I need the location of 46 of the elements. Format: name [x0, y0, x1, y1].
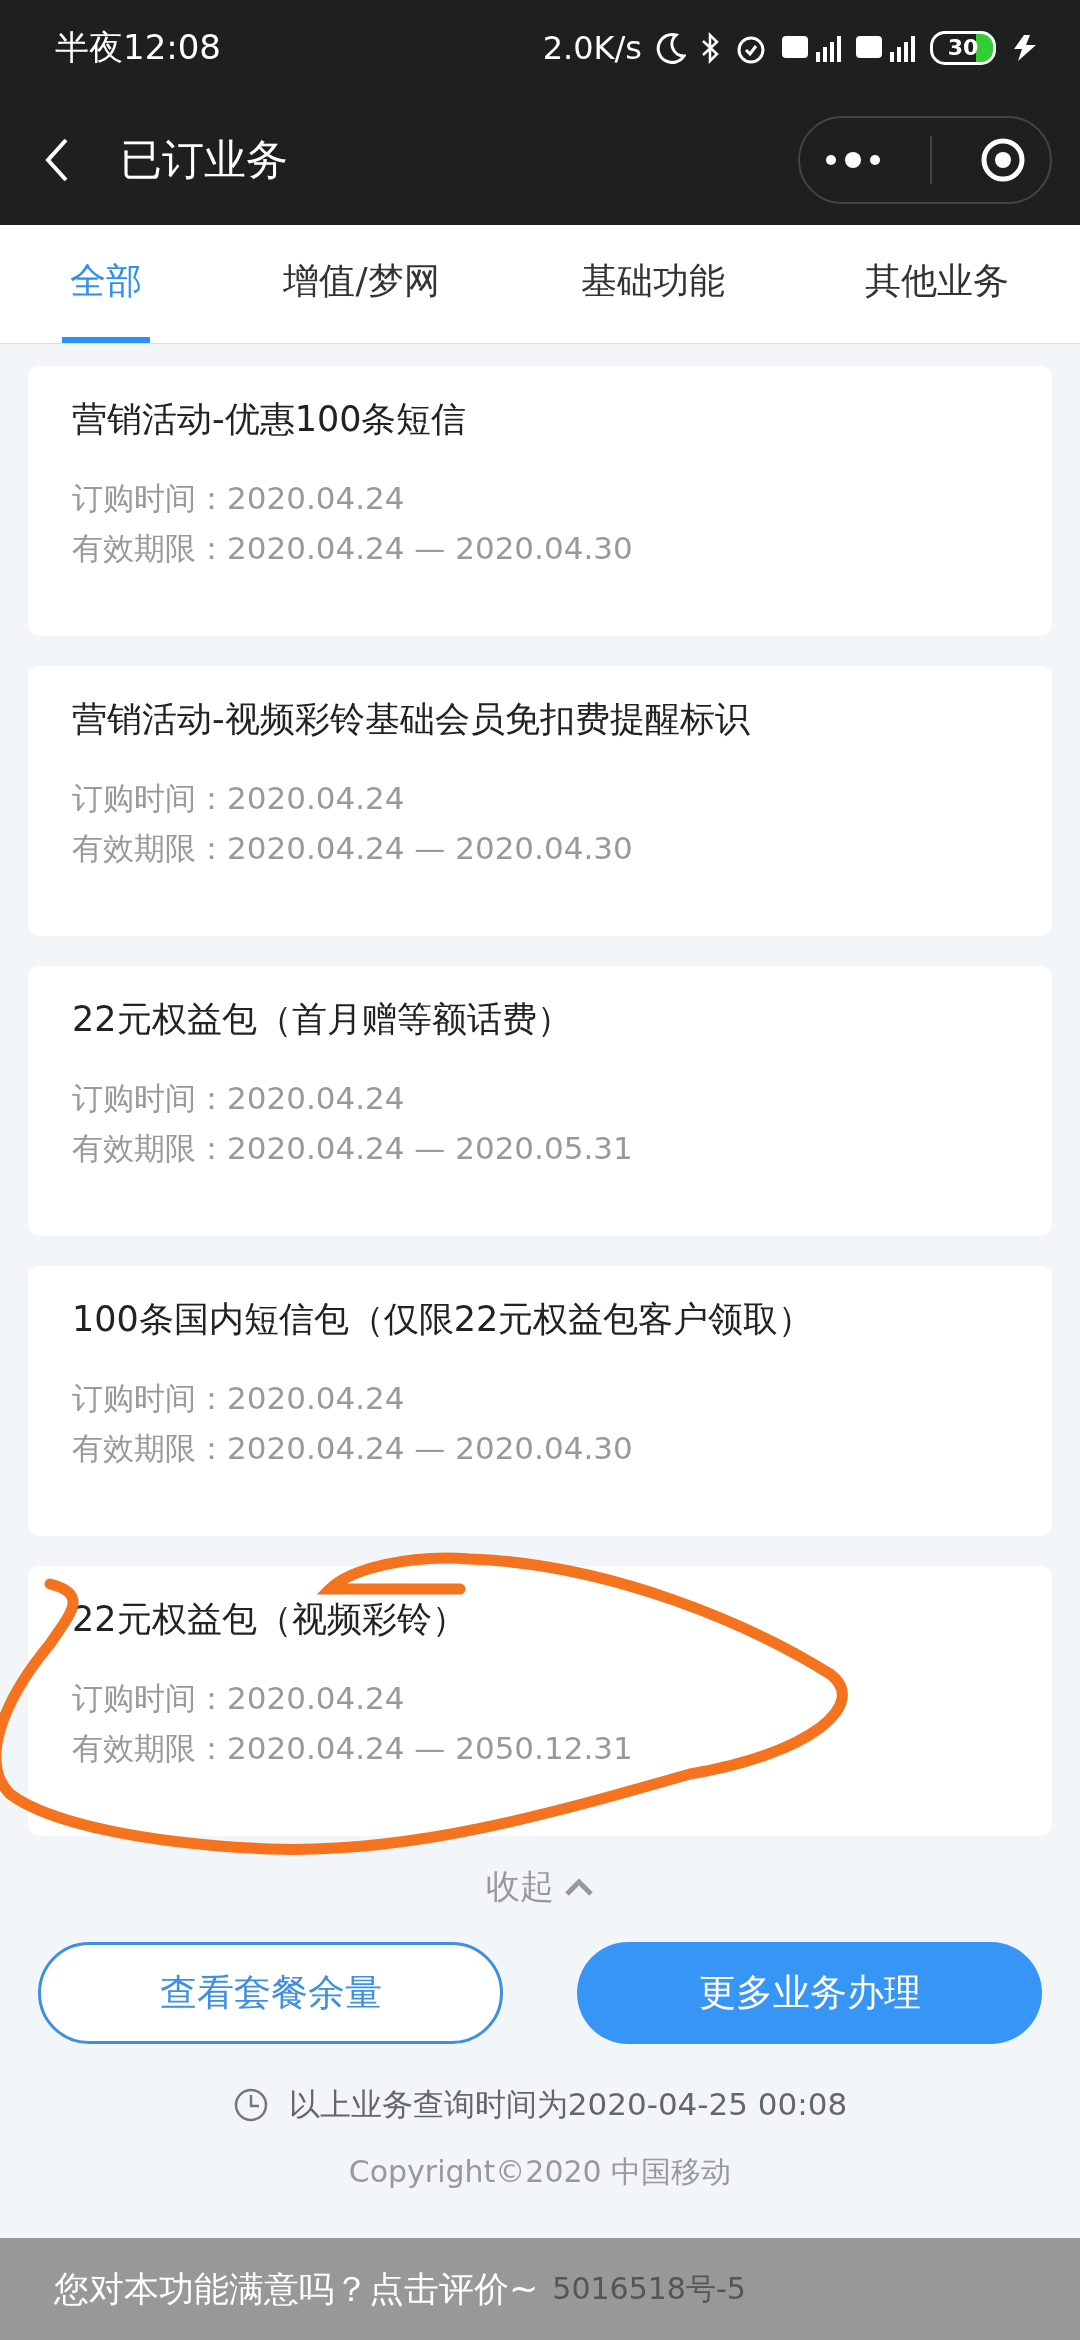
clock-icon [232, 2087, 269, 2123]
valid-period-label: 有效期限： [72, 1730, 227, 1766]
order-time-label: 订购时间： [72, 480, 227, 516]
more-services-button[interactable]: 更多业务办理 [577, 1942, 1042, 2044]
order-time: 2020.04.24 [227, 780, 405, 816]
order-time: 2020.04.24 [227, 480, 405, 516]
order-time: 2020.04.24 [227, 1380, 405, 1416]
tab[interactable]: 其他业务 [857, 225, 1018, 343]
collapse-link[interactable]: 收起 [0, 1852, 1080, 1922]
page-title: 已订业务 [120, 134, 289, 186]
valid-period-label: 有效期限： [72, 1130, 227, 1166]
order-time-label: 订购时间： [72, 780, 227, 816]
valid-period: 2020.04.24 — 2050.12.31 [227, 1730, 633, 1766]
valid-period: 2020.04.24 — 2020.04.30 [227, 1430, 633, 1466]
order-time: 2020.04.24 [227, 1680, 405, 1716]
tab[interactable]: 全部 [62, 225, 151, 343]
tab[interactable]: 基础功能 [572, 225, 733, 343]
order-time-label: 订购时间： [72, 1380, 227, 1416]
tab[interactable]: 增值/梦网 [275, 225, 448, 343]
order-time: 2020.04.24 [227, 1080, 405, 1116]
service-name: 22元权益包（视频彩铃） [72, 1598, 468, 1641]
service-name: 营销活动-视频彩铃基础会员免扣费提醒标识 [72, 698, 751, 741]
icp-number: 5016518号-5 [552, 2269, 746, 2308]
valid-period: 2020.04.24 — 2020.05.31 [227, 1130, 633, 1166]
valid-period-label: 有效期限： [72, 530, 227, 566]
valid-period: 2020.04.24 — 2020.04.30 [227, 530, 633, 566]
network-speed: 2.0K/s [542, 28, 642, 67]
chevron-up-icon [564, 1877, 594, 1897]
valid-period-label: 有效期限： [72, 830, 227, 866]
valid-period: 2020.04.24 — 2020.04.30 [227, 830, 633, 866]
feedback-prompt[interactable]: 您对本功能满意吗？点击评价~ [54, 2265, 539, 2313]
service-name: 100条国内短信包（仅限22元权益包客户领取） [72, 1298, 815, 1341]
order-time-label: 订购时间： [72, 1680, 227, 1716]
query-time-note: 以上业务查询时间为2020-04-25 00:08 [288, 2085, 848, 2124]
bluetooth-icon [700, 31, 720, 64]
valid-period-label: 有效期限： [72, 1430, 227, 1466]
status-time: 半夜12:08 [55, 25, 221, 69]
moon-icon [656, 31, 686, 64]
capsule-menu[interactable] [798, 116, 1052, 204]
service-name: 营销活动-优惠100条短信 [72, 398, 468, 441]
back-icon[interactable] [44, 138, 70, 182]
service-name: 22元权益包（首月赠等额话费） [72, 998, 573, 1041]
copyright-text: Copyright©2020 中国移动 [347, 2153, 733, 2191]
feedback-toast[interactable]: 您对本功能满意吗？点击评价~ 5016518号-5 [0, 2238, 1080, 2340]
plan-balance-button[interactable]: 查看套餐余量 [38, 1942, 503, 2044]
order-time-label: 订购时间： [72, 1080, 227, 1116]
